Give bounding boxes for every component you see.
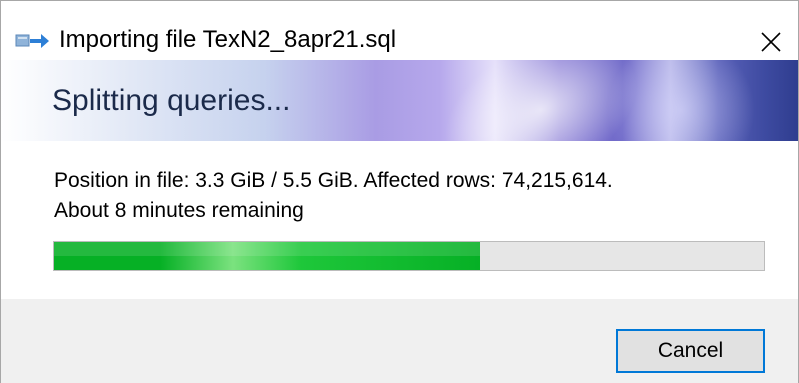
dialog-footer: Cancel (1, 299, 798, 383)
progress-fill (54, 242, 480, 270)
header-banner: Splitting queries... (1, 60, 798, 141)
operation-title: Splitting queries... (52, 84, 291, 117)
window-title: Importing file TexN2_8apr21.sql (59, 26, 397, 53)
cancel-button[interactable]: Cancel (616, 329, 765, 373)
import-arrow-icon (15, 31, 51, 51)
import-progress-bar (53, 241, 765, 271)
position-status-text: Position in file: 3.3 GiB / 5.5 GiB. Aff… (54, 169, 613, 192)
import-dialog: Importing file TexN2_8apr21.sql Splittin… (0, 0, 799, 383)
time-remaining-text: About 8 minutes remaining (54, 199, 304, 222)
close-icon (761, 32, 781, 52)
banner-decoration-secondary (601, 60, 761, 141)
